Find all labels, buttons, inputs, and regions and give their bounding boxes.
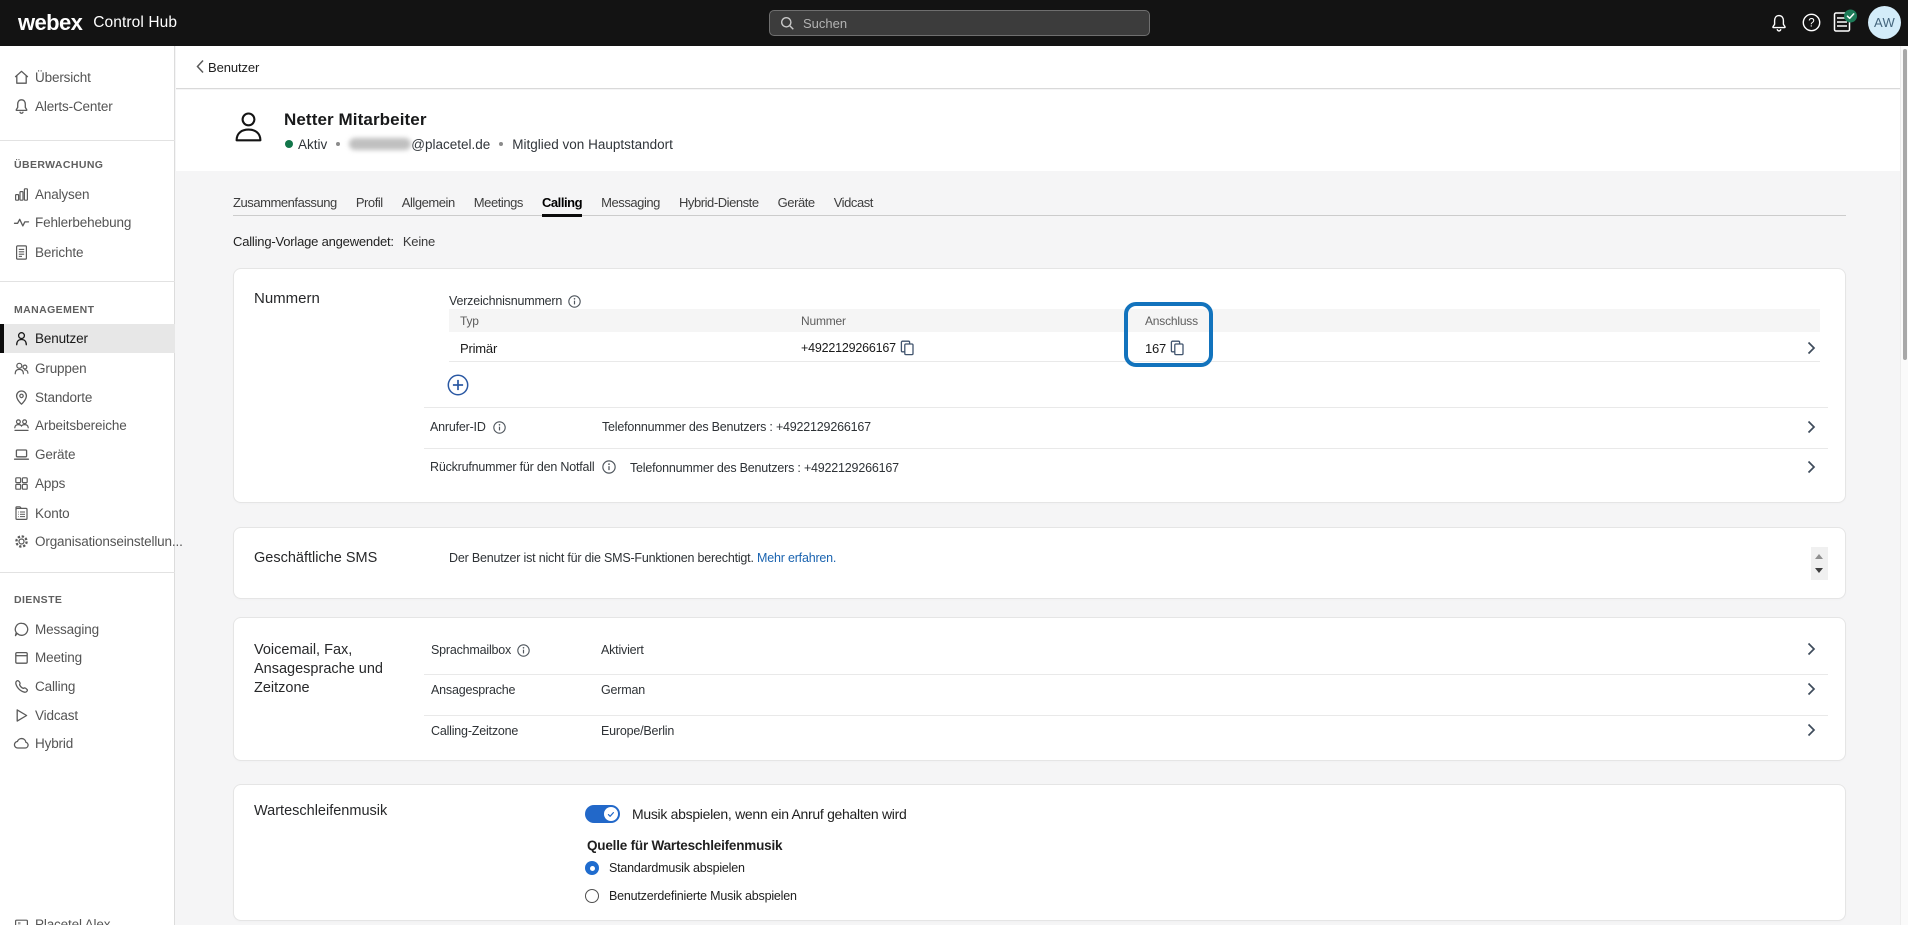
svg-text:?: ? — [1808, 17, 1814, 29]
